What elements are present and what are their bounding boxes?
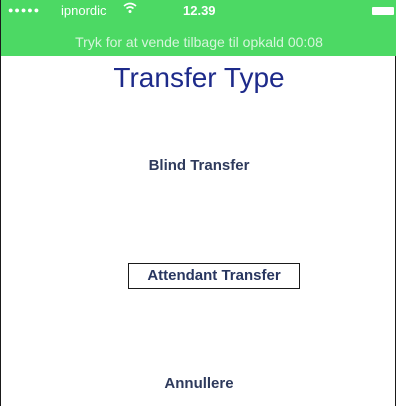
carrier-name: ipnordic: [61, 3, 107, 18]
status-bar: ●●●●● ipnordic 12.39 Tryk for at vende t…: [1, 0, 396, 56]
page-title: Transfer Type: [113, 62, 285, 93]
screen-frame: ●●●●● ipnordic 12.39 Tryk for at vende t…: [0, 0, 396, 406]
status-time: 12.39: [183, 3, 216, 18]
signal-strength-icon: ●●●●●: [8, 5, 41, 15]
blind-transfer-button[interactable]: Blind Transfer: [1, 157, 396, 174]
status-row: ●●●●● ipnordic 12.39: [1, 2, 396, 22]
wifi-icon: [123, 2, 137, 17]
cancel-button[interactable]: Annullere: [1, 375, 396, 392]
battery-icon: [372, 7, 394, 15]
return-to-call-banner[interactable]: Tryk for at vende tilbage til opkald 00:…: [1, 34, 396, 54]
attendant-transfer-button[interactable]: Attendant Transfer: [128, 263, 300, 289]
